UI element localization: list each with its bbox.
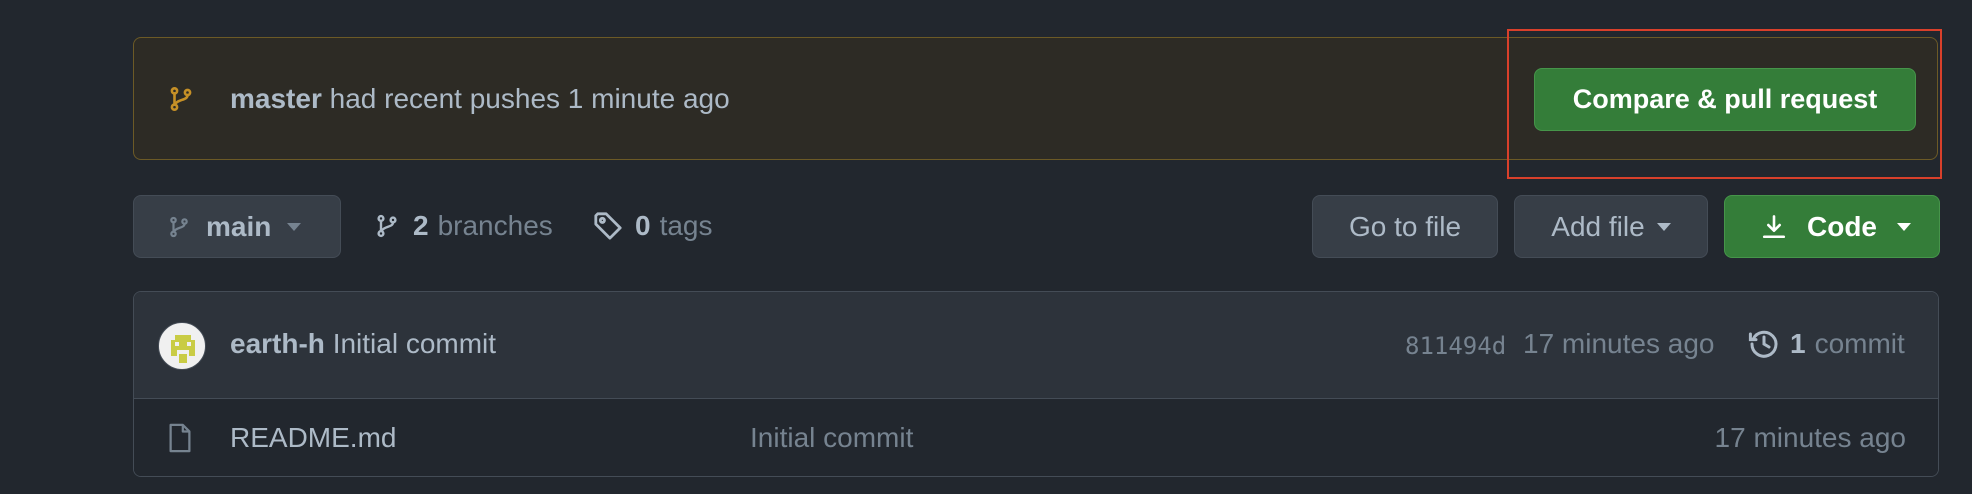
commit-author[interactable]: earth-h [230,328,325,359]
tags-link[interactable]: 0 tags [593,209,713,243]
add-file-button[interactable]: Add file [1514,195,1708,258]
push-notice: master had recent pushes 1 minute ago [230,82,730,116]
latest-commit-row: earth-h Initial commit 811494d 17 minute… [134,292,1938,399]
file-list-box: earth-h Initial commit 811494d 17 minute… [133,291,1939,477]
file-commit-time: 17 minutes ago [1714,422,1906,453]
go-to-file-label: Go to file [1348,210,1462,242]
branches-link[interactable]: 2 branches [375,209,553,243]
chevron-down-icon [1656,222,1671,231]
branches-label: branches [437,210,553,241]
go-to-file-button[interactable]: Go to file [1312,195,1498,258]
commit-count-label: commit [1814,328,1905,359]
git-branch-icon [170,216,188,237]
tags-label: tags [659,210,713,241]
branch-select-button[interactable]: main [133,195,341,258]
branches-count: 2 [413,210,429,241]
chevron-down-icon [1897,222,1911,231]
branch-select-label: main [206,210,272,242]
download-icon [1762,214,1786,238]
git-branch-icon [377,214,397,238]
commit-summary: earth-h Initial commit [230,328,496,360]
file-name[interactable]: README.md [230,422,396,454]
commit-history-link[interactable]: 1 commit [1748,328,1905,360]
commit-count: 1 [1790,328,1806,359]
git-branch-icon [170,86,192,112]
list-item[interactable]: README.md Initial commit 17 minutes ago [134,399,1938,476]
push-message: had recent pushes 1 minute ago [329,83,730,114]
code-label: Code [1807,210,1877,242]
file-icon [169,423,191,453]
tags-count: 0 [635,210,651,241]
avatar[interactable] [158,322,206,370]
chevron-down-icon [287,222,302,231]
tag-icon [594,212,622,240]
pushed-branch-name[interactable]: master [230,83,322,114]
commit-time[interactable]: 17 minutes ago [1523,328,1714,360]
add-file-label: Add file [1551,210,1645,242]
file-commit-message[interactable]: Initial commit [750,422,913,454]
annotation-highlight-box [1507,29,1942,179]
commit-message[interactable]: Initial commit [333,328,496,359]
history-icon [1748,330,1778,358]
commit-sha[interactable]: 811494d [1405,332,1506,360]
code-button[interactable]: Code [1724,195,1940,258]
